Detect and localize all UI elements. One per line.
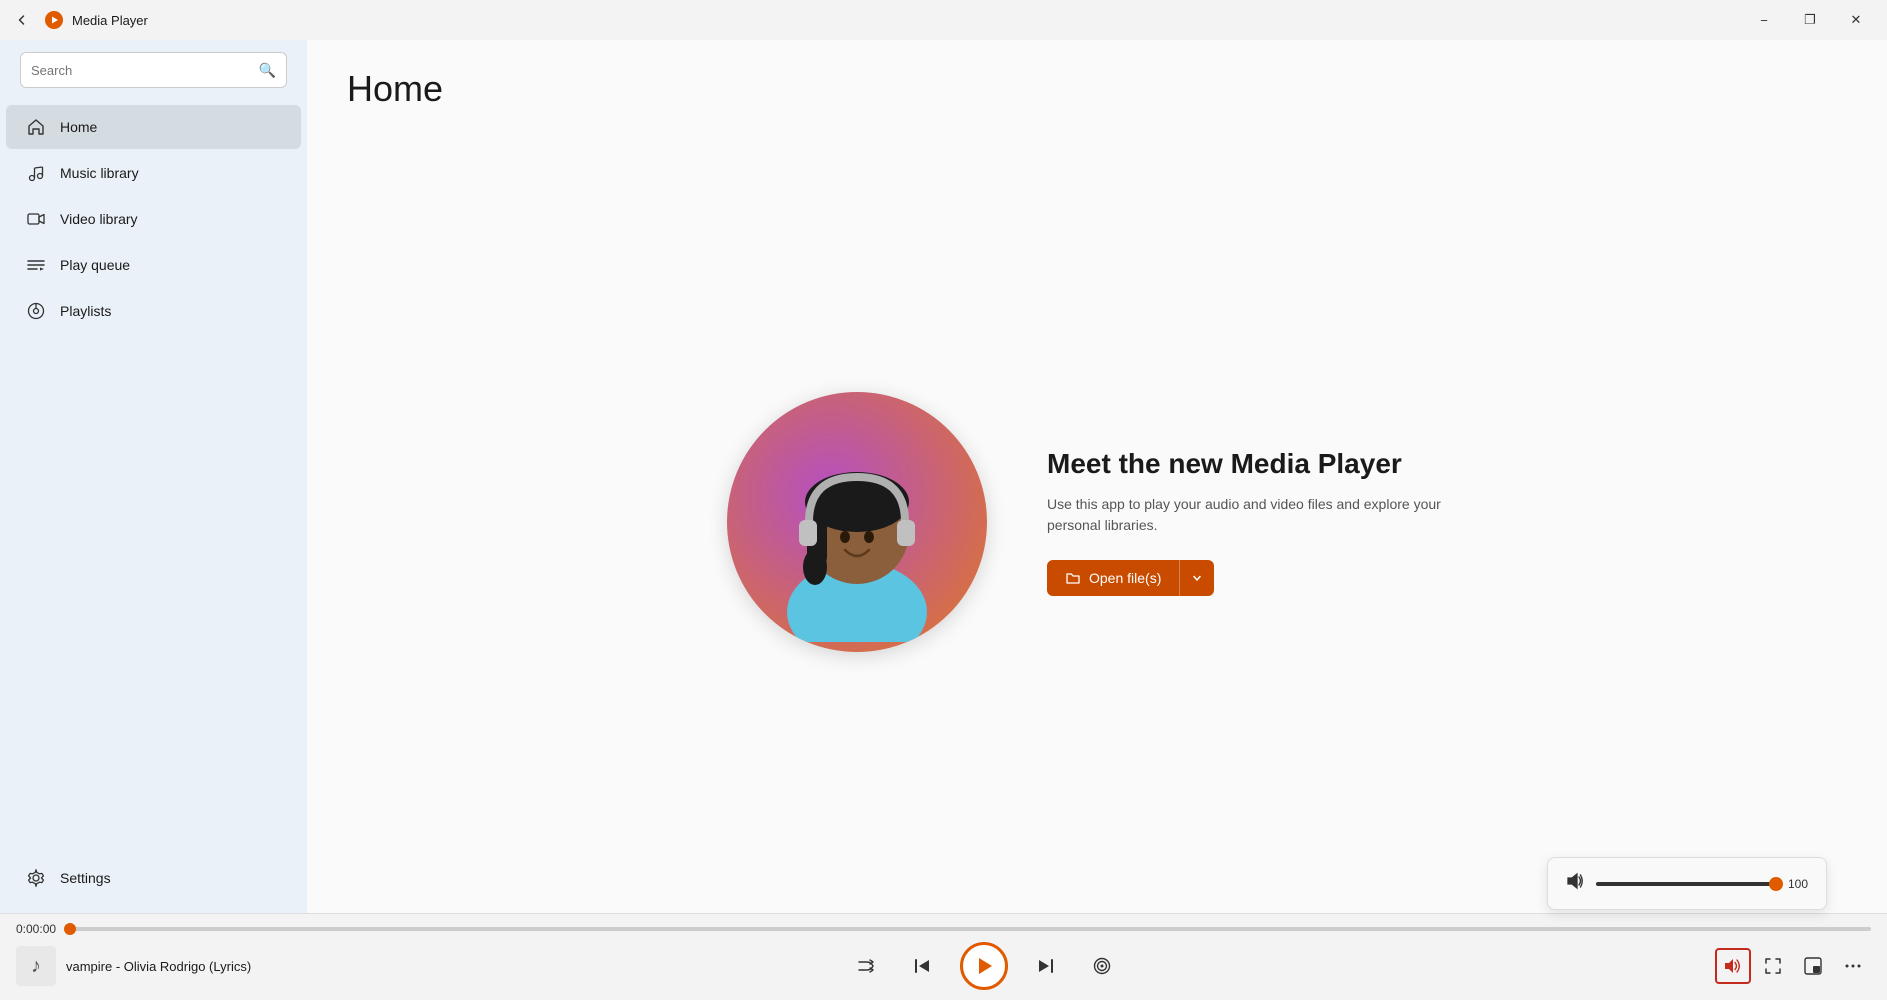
sidebar-item-music-library[interactable]: Music library (6, 151, 301, 195)
play-pause-button[interactable] (960, 942, 1008, 990)
search-input-wrap[interactable]: 🔍 (20, 52, 287, 88)
miniplayer-button[interactable] (1795, 948, 1831, 984)
volume-popup: 100 (1547, 857, 1827, 910)
hero-heading: Meet the new Media Player (1047, 448, 1467, 480)
back-button[interactable] (8, 6, 36, 34)
volume-value: 100 (1788, 877, 1808, 891)
sidebar: 🔍 Home Music library (0, 40, 307, 913)
home-icon (26, 117, 46, 137)
hero-section: Meet the new Media Player Use this app t… (307, 130, 1887, 913)
progress-area: 0:00:00 (0, 914, 1887, 938)
search-icon: 🔍 (259, 62, 276, 79)
maximize-button[interactable]: ❐ (1787, 4, 1833, 36)
minimize-button[interactable]: − (1741, 4, 1787, 36)
play-queue-icon (26, 255, 46, 275)
more-options-button[interactable] (1835, 948, 1871, 984)
main-layout: 🔍 Home Music library (0, 40, 1887, 913)
now-playing-title: vampire - Olivia Rodrigo (Lyrics) (66, 959, 251, 974)
sidebar-item-settings[interactable]: Settings (6, 856, 301, 900)
fullscreen-button[interactable] (1755, 948, 1791, 984)
playback-controls (848, 942, 1120, 990)
hero-description: Use this app to play your audio and vide… (1047, 494, 1467, 536)
current-time: 0:00:00 (16, 922, 58, 936)
music-library-icon (26, 163, 46, 183)
volume-thumb (1769, 877, 1783, 891)
titlebar: Media Player − ❐ ✕ (0, 0, 1887, 40)
open-files-label: Open file(s) (1089, 570, 1161, 586)
settings-icon (26, 868, 46, 888)
close-button[interactable]: ✕ (1833, 4, 1879, 36)
sidebar-label-playlists: Playlists (60, 303, 111, 319)
hero-avatar (727, 392, 987, 652)
search-container: 🔍 (8, 44, 299, 96)
playlists-icon (26, 301, 46, 321)
next-button[interactable] (1028, 948, 1064, 984)
page-title: Home (347, 68, 1847, 110)
sidebar-item-play-queue[interactable]: Play queue (6, 243, 301, 287)
open-files-button[interactable]: Open file(s) (1047, 560, 1214, 596)
now-playing: ♪ vampire - Olivia Rodrigo (Lyrics) (16, 946, 296, 986)
volume-fill (1596, 882, 1776, 886)
sidebar-item-video-library[interactable]: Video library (6, 197, 301, 241)
sidebar-label-music-library: Music library (60, 165, 139, 181)
app-icon (44, 10, 64, 30)
sidebar-label-home: Home (60, 119, 97, 135)
track-thumbnail: ♪ (16, 946, 56, 986)
player-right-controls (1671, 948, 1871, 984)
cast-button[interactable] (1084, 948, 1120, 984)
shuffle-button[interactable] (848, 948, 884, 984)
progress-thumb (64, 923, 76, 935)
volume-popup-icon (1566, 872, 1584, 895)
window-controls: − ❐ ✕ (1741, 4, 1879, 36)
search-input[interactable] (31, 63, 251, 78)
content-area: Home (307, 40, 1887, 913)
volume-button[interactable] (1715, 948, 1751, 984)
app-title: Media Player (72, 13, 1733, 28)
player-bar: 0:00:00 ♪ vampire - Olivia Rodrigo (Lyri… (0, 913, 1887, 1000)
open-files-dropdown[interactable] (1179, 560, 1214, 596)
progress-track[interactable] (70, 927, 1871, 931)
sidebar-label-play-queue: Play queue (60, 257, 130, 273)
page-title-area: Home (307, 40, 1887, 130)
player-controls-row: ♪ vampire - Olivia Rodrigo (Lyrics) (0, 938, 1887, 1000)
volume-slider-track[interactable] (1596, 882, 1776, 886)
open-files-main[interactable]: Open file(s) (1047, 560, 1179, 596)
previous-button[interactable] (904, 948, 940, 984)
sidebar-label-video-library: Video library (60, 211, 138, 227)
video-library-icon (26, 209, 46, 229)
sidebar-item-home[interactable]: Home (6, 105, 301, 149)
sidebar-label-settings: Settings (60, 870, 111, 886)
sidebar-item-playlists[interactable]: Playlists (6, 289, 301, 333)
hero-text: Meet the new Media Player Use this app t… (1047, 448, 1467, 596)
sidebar-bottom: Settings (0, 855, 307, 913)
